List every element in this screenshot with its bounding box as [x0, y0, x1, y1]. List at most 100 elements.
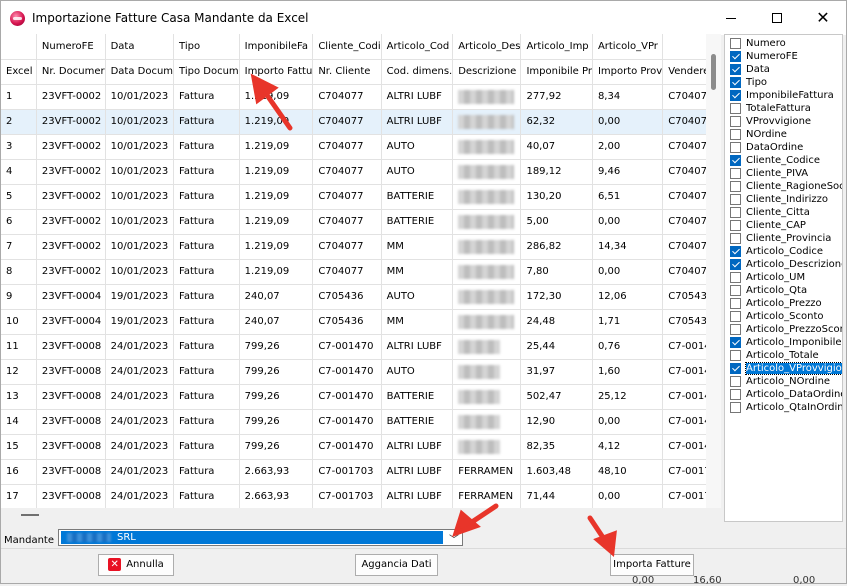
grid-cell[interactable]: 4	[1, 159, 37, 185]
grid-cell[interactable]: 9,46	[592, 159, 664, 185]
grid-cell[interactable]	[452, 209, 522, 235]
table-row[interactable]: 1 23VFT-0002 10/01/2023 Fattura 1.219,09 C704…	[1, 84, 720, 110]
grid-cell[interactable]	[452, 434, 522, 460]
grid-cell[interactable]: 2	[1, 109, 37, 135]
grid-cell[interactable]: C7-001470	[312, 359, 382, 385]
grid-cell[interactable]: 130,20	[520, 184, 593, 210]
grid-cell[interactable]: BATTERIE	[381, 409, 454, 435]
grid-horizontal-scrollbar[interactable]	[1, 508, 721, 522]
table-row[interactable]: 11 23VFT-0008 24/01/2023 Fattura 799,26 C7-00…	[1, 334, 720, 360]
field-item[interactable]: Cliente_PIVA	[730, 167, 842, 180]
grid-cell[interactable]: MM	[381, 234, 454, 260]
field-checkbox[interactable]	[730, 337, 741, 348]
minimize-button[interactable]	[708, 1, 754, 35]
grid-cell[interactable]: Fattura	[173, 409, 240, 435]
grid-cell[interactable]: Tipo Docum	[173, 59, 240, 85]
grid-cell[interactable]	[452, 284, 522, 310]
grid-cell[interactable]: 10/01/2023	[105, 109, 175, 135]
grid-cell[interactable]: 62,32	[520, 109, 593, 135]
grid-cell[interactable]: 10/01/2023	[105, 259, 175, 285]
grid-cell[interactable]: 7	[1, 234, 37, 260]
grid-cell[interactable]: C704077	[312, 209, 382, 235]
grid-cell[interactable]: C704077	[312, 184, 382, 210]
grid-cell[interactable]: Articolo_VPr	[592, 34, 664, 60]
grid-cell[interactable]: 2.663,93	[239, 484, 314, 508]
grid-cell[interactable]: Fattura	[173, 234, 240, 260]
aggancia-dati-button[interactable]: Aggancia Dati	[355, 554, 438, 576]
grid-cell[interactable]: 14	[1, 409, 37, 435]
grid-cell[interactable]: Fattura	[173, 159, 240, 185]
grid-cell[interactable]: 1,60	[592, 359, 664, 385]
grid-cell[interactable]: 23VFT-0008	[36, 334, 106, 360]
grid-cell[interactable]: Data	[105, 34, 175, 60]
field-item[interactable]: Articolo_QtaInOrdine	[730, 401, 842, 414]
scroll-thumb[interactable]	[21, 514, 39, 516]
grid-cell[interactable]: ALTRI LUBF	[381, 334, 454, 360]
grid-cell[interactable]: 23VFT-0002	[36, 184, 106, 210]
field-checkbox[interactable]	[730, 363, 741, 374]
field-item[interactable]: Articolo_UM	[730, 271, 842, 284]
grid-cell[interactable]: AUTO	[381, 159, 454, 185]
maximize-button[interactable]	[754, 1, 800, 35]
grid-cell[interactable]: 502,47	[520, 384, 593, 410]
grid-cell[interactable]: 0,00	[592, 209, 664, 235]
field-checkbox[interactable]	[730, 207, 741, 218]
field-item[interactable]: TotaleFattura	[730, 102, 842, 115]
table-row[interactable]: 6 23VFT-0002 10/01/2023 Fattura 1.219,09 C704…	[1, 209, 720, 235]
grid-cell[interactable]: 1.219,09	[239, 159, 314, 185]
field-checkbox[interactable]	[730, 103, 741, 114]
grid-cell[interactable]: 48,10	[592, 459, 664, 485]
grid-cell[interactable]: Fattura	[173, 334, 240, 360]
grid-cell[interactable]	[452, 109, 522, 135]
grid-cell[interactable]: 5	[1, 184, 37, 210]
grid-cell[interactable]: 10/01/2023	[105, 209, 175, 235]
field-checkbox[interactable]	[730, 298, 741, 309]
field-checkbox[interactable]	[730, 90, 741, 101]
field-item[interactable]: Cliente_CAP	[730, 219, 842, 232]
grid-cell[interactable]: 1,71	[592, 309, 664, 335]
field-item[interactable]: Articolo_Codice	[730, 245, 842, 258]
grid-cell[interactable]: 23VFT-0004	[36, 309, 106, 335]
grid-cell[interactable]: Cod. dimens.	[381, 59, 454, 85]
grid-cell[interactable]: Fattura	[173, 459, 240, 485]
field-checkbox[interactable]	[730, 116, 741, 127]
table-row[interactable]: 4 23VFT-0002 10/01/2023 Fattura 1.219,09 C704…	[1, 159, 720, 185]
grid-vertical-scrollbar[interactable]	[706, 34, 721, 508]
grid-cell[interactable]: 10/01/2023	[105, 234, 175, 260]
grid-cell[interactable]: C704077	[312, 84, 382, 110]
grid-cell[interactable]: 0,00	[592, 484, 664, 508]
grid-cell[interactable]: Imponibile Pr	[520, 59, 593, 85]
grid-cell[interactable]: 5,00	[520, 209, 593, 235]
table-row[interactable]: 12 23VFT-0008 24/01/2023 Fattura 799,26 C7-00…	[1, 359, 720, 385]
grid-cell[interactable]: MM	[381, 259, 454, 285]
grid-cell[interactable]: 1	[1, 84, 37, 110]
grid-cell[interactable]	[452, 259, 522, 285]
grid-cell[interactable]: ALTRI LUBF	[381, 484, 454, 508]
field-checkbox[interactable]	[730, 259, 741, 270]
grid-cell[interactable]: ALTRI LUBF	[381, 84, 454, 110]
grid-header-row[interactable]: NumeroFE Data Tipo ImponibileFa Cliente_Codi…	[1, 34, 720, 60]
field-item[interactable]: Cliente_RagioneSoc	[730, 180, 842, 193]
grid-cell[interactable]: 23VFT-0002	[36, 209, 106, 235]
grid-cell[interactable]: 23VFT-0002	[36, 134, 106, 160]
grid-cell[interactable]: C7-001703	[312, 484, 382, 508]
field-item[interactable]: VProvvigione	[730, 115, 842, 128]
grid-cell[interactable]: BATTERIE	[381, 209, 454, 235]
grid-cell[interactable]: Fattura	[173, 484, 240, 508]
grid-cell[interactable]: 12	[1, 359, 37, 385]
grid-cell[interactable]: C704077	[312, 109, 382, 135]
grid-cell[interactable]	[452, 409, 522, 435]
grid-cell[interactable]: 1.219,09	[239, 209, 314, 235]
grid-cell[interactable]: 24/01/2023	[105, 359, 175, 385]
grid-cell[interactable]: 1.219,09	[239, 134, 314, 160]
grid-cell[interactable]: 23VFT-0008	[36, 484, 106, 508]
field-item[interactable]: Tipo	[730, 76, 842, 89]
field-checkbox[interactable]	[730, 181, 741, 192]
field-item[interactable]: Articolo_Imponibile	[730, 336, 842, 349]
grid-cell[interactable]: C7-001470	[312, 409, 382, 435]
grid-cell[interactable]: AUTO	[381, 134, 454, 160]
grid-cell[interactable]: 0,00	[592, 259, 664, 285]
grid-cell[interactable]: Articolo_Cod	[381, 34, 454, 60]
grid-cell[interactable]: 10/01/2023	[105, 84, 175, 110]
field-item[interactable]: NumeroFE	[730, 50, 842, 63]
